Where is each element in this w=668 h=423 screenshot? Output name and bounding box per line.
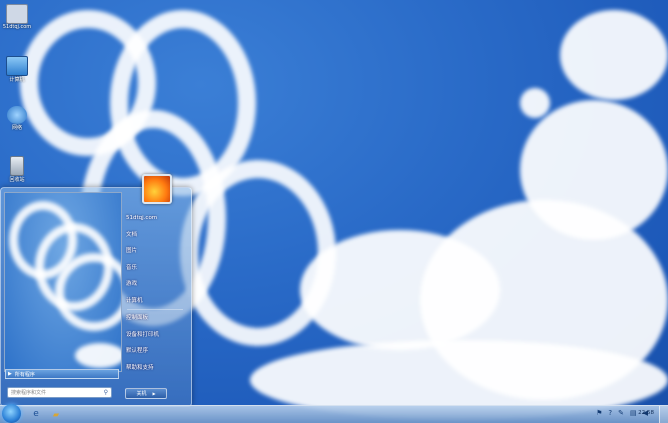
user-picture[interactable]	[142, 174, 172, 204]
show-desktop-button[interactable]	[659, 406, 668, 423]
triangle-right-icon[interactable]: ▶	[152, 391, 155, 396]
triangle-right-icon: ▶	[8, 371, 12, 377]
wrench-icon[interactable]: ✎	[618, 409, 624, 417]
search-icon: ⚲	[103, 389, 108, 396]
recycle-bin-icon	[10, 156, 24, 176]
computer-icon	[6, 56, 28, 76]
start-menu-programs-pane	[4, 192, 122, 372]
network-icon	[7, 106, 27, 124]
all-programs-button[interactable]: ▶ 所有程序	[5, 369, 119, 379]
right-item-computer[interactable]: 计算机	[123, 293, 187, 310]
right-item-help-support[interactable]: 帮助和支持	[123, 360, 187, 377]
flag-icon[interactable]: ⚑	[596, 409, 602, 417]
clock[interactable]: 22:58	[638, 410, 654, 416]
taskbar: e ▰ ⚑ ? ✎ ▤ ◀ 22:58	[0, 404, 668, 423]
desktop-icon-label: 计算机	[9, 77, 25, 83]
desktop-icon-recycle-bin[interactable]: 回收站	[2, 156, 32, 183]
desktop-icon-network[interactable]: 网络	[2, 106, 32, 131]
start-menu: ▶ 所有程序 搜索程序和文件 ⚲ 51dtqj.com 文档 图片 音乐 游戏 …	[0, 187, 192, 407]
shutdown-label: 关机	[136, 391, 147, 397]
printer-icon	[6, 4, 28, 24]
right-item-documents[interactable]: 文档	[123, 227, 187, 244]
all-programs-label: 所有程序	[14, 371, 35, 378]
network-tray-icon[interactable]: ▤	[630, 409, 637, 417]
shutdown-button[interactable]: 关机 ▶	[125, 388, 167, 399]
right-item-default-programs[interactable]: 默认程序	[123, 343, 187, 360]
folder-icon[interactable]: ▰	[50, 409, 62, 420]
start-button[interactable]	[2, 404, 21, 423]
desktop-icon-computer[interactable]: 计算机	[2, 56, 32, 83]
right-item-control-panel[interactable]: 控制面板	[123, 310, 187, 327]
programs-pane-background	[5, 193, 121, 371]
search-input[interactable]: 搜索程序和文件 ⚲	[7, 387, 112, 398]
desktop-icon-label: 网络	[11, 125, 22, 131]
internet-explorer-icon[interactable]: e	[30, 409, 42, 420]
search-placeholder: 搜索程序和文件	[11, 390, 47, 396]
right-item-pictures[interactable]: 图片	[123, 243, 187, 260]
help-icon[interactable]: ?	[608, 409, 612, 417]
desktop-icon-51dtqj[interactable]: 51dtqj.com	[2, 4, 32, 30]
right-item-music[interactable]: 音乐	[123, 260, 187, 277]
right-item-51dtqj[interactable]: 51dtqj.com	[123, 210, 187, 227]
desktop-icon-label: 回收站	[9, 177, 25, 183]
desktop-icon-label: 51dtqj.com	[2, 24, 32, 30]
right-item-games[interactable]: 游戏	[123, 276, 187, 293]
right-item-devices-printers[interactable]: 设备和打印机	[123, 327, 187, 344]
start-menu-right-pane: 51dtqj.com 文档 图片 音乐 游戏 计算机 控制面板 设备和打印机 默…	[123, 210, 187, 376]
